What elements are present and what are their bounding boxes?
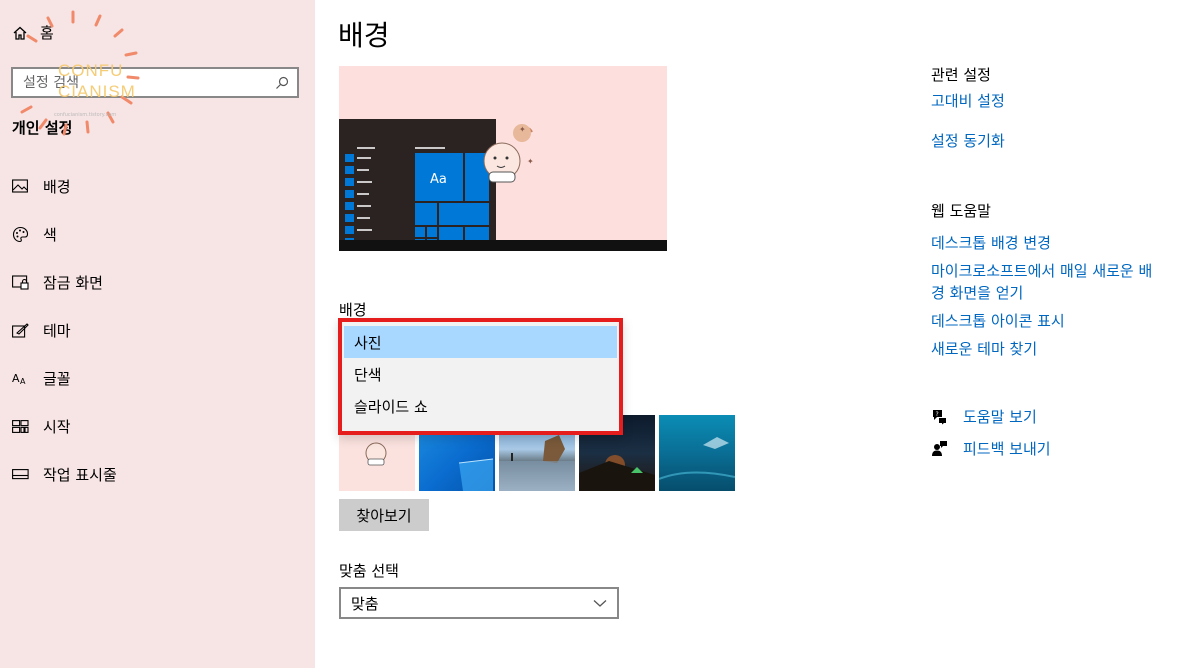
fit-select[interactable]: 맞춤 bbox=[339, 587, 619, 619]
get-help-label: 도움말 보기 bbox=[963, 408, 1037, 426]
palette-icon bbox=[11, 225, 29, 243]
search-input[interactable] bbox=[23, 74, 275, 91]
sidebar-item-fonts[interactable]: AA 글꼴 bbox=[0, 354, 315, 402]
sidebar-item-label: 시작 bbox=[43, 417, 71, 436]
preview-illustration: Aa ✦ ✦ bbox=[339, 66, 667, 251]
web-help: 웹 도움말 데스크톱 배경 변경 마이크로소프트에서 매일 새로운 배경 화면을… bbox=[931, 200, 1171, 360]
svg-text:✦: ✦ bbox=[519, 125, 526, 134]
link-sync-settings[interactable]: 설정 동기화 bbox=[931, 130, 1005, 152]
search-icon[interactable] bbox=[275, 76, 289, 90]
feedback-person-icon bbox=[931, 440, 949, 457]
option-picture[interactable]: 사진 bbox=[344, 326, 617, 358]
desktop-preview: Aa ✦ ✦ bbox=[339, 66, 667, 251]
related-settings-title: 관련 설정 bbox=[931, 66, 991, 84]
search-box[interactable] bbox=[11, 67, 299, 98]
theme-icon bbox=[11, 321, 29, 339]
link-show-desktop-icons[interactable]: 데스크톱 아이콘 표시 bbox=[931, 310, 1171, 332]
start-icon bbox=[11, 417, 29, 435]
sidebar-nav: 배경 색 잠금 화면 테마 AA 글꼴 시작 작업 표시줄 bbox=[0, 162, 315, 498]
web-help-title: 웹 도움말 bbox=[931, 202, 991, 220]
sidebar-item-lock-screen[interactable]: 잠금 화면 bbox=[0, 258, 315, 306]
picture-icon bbox=[11, 177, 29, 195]
svg-text:A: A bbox=[12, 372, 20, 385]
chevron-down-icon bbox=[593, 600, 607, 607]
lock-screen-icon bbox=[11, 273, 29, 291]
link-daily-wallpaper[interactable]: 마이크로소프트에서 매일 새로운 배경 화면을 얻기 bbox=[931, 260, 1163, 304]
link-high-contrast[interactable]: 고대비 설정 bbox=[931, 90, 1005, 112]
get-help-link[interactable]: ? 도움말 보기 bbox=[931, 406, 1037, 427]
chat-help-icon: ? bbox=[931, 408, 949, 425]
section-title: 개인 설정 bbox=[12, 119, 73, 137]
recent-image-5[interactable] bbox=[659, 415, 735, 491]
svg-text:?: ? bbox=[936, 411, 939, 418]
sidebar-item-label: 작업 표시줄 bbox=[43, 465, 117, 484]
sidebar-item-label: 글꼴 bbox=[43, 369, 71, 388]
send-feedback-label: 피드백 보내기 bbox=[963, 440, 1051, 458]
sidebar-item-theme[interactable]: 테마 bbox=[0, 306, 315, 354]
sidebar-item-start[interactable]: 시작 bbox=[0, 402, 315, 450]
option-solid-color[interactable]: 단색 bbox=[344, 358, 617, 390]
fit-label: 맞춤 선택 bbox=[339, 562, 399, 580]
link-change-desktop-background[interactable]: 데스크톱 배경 변경 bbox=[931, 232, 1171, 254]
sidebar: 홈 개인 설정 배경 색 잠금 화면 테마 AA 글꼴 시작 bbox=[0, 0, 315, 668]
sidebar-item-color[interactable]: 색 bbox=[0, 210, 315, 258]
related-settings: 관련 설정 고대비 설정 설정 동기화 bbox=[931, 64, 1005, 152]
sidebar-item-label: 테마 bbox=[43, 321, 71, 340]
send-feedback-link[interactable]: 피드백 보내기 bbox=[931, 438, 1051, 459]
background-dropdown-list[interactable]: 사진 단색 슬라이드 쇼 bbox=[338, 318, 623, 435]
page-title: 배경 bbox=[338, 19, 390, 52]
option-slideshow[interactable]: 슬라이드 쇼 bbox=[344, 390, 617, 422]
background-label: 배경 bbox=[339, 301, 367, 319]
home-label: 홈 bbox=[40, 24, 54, 42]
svg-text:A: A bbox=[20, 377, 26, 386]
font-icon: AA bbox=[11, 369, 29, 387]
sidebar-item-label: 배경 bbox=[43, 177, 71, 196]
preview-tile-label: Aa bbox=[430, 172, 447, 187]
browse-button[interactable]: 찾아보기 bbox=[339, 499, 429, 531]
sidebar-item-label: 잠금 화면 bbox=[43, 273, 103, 292]
fit-select-value: 맞춤 bbox=[351, 594, 379, 613]
home-icon bbox=[13, 26, 27, 40]
sidebar-item-taskbar[interactable]: 작업 표시줄 bbox=[0, 450, 315, 498]
taskbar-icon bbox=[11, 465, 29, 483]
home-link[interactable]: 홈 bbox=[12, 22, 54, 43]
svg-text:✦: ✦ bbox=[527, 157, 534, 166]
sidebar-item-label: 색 bbox=[43, 225, 57, 244]
link-find-new-themes[interactable]: 새로운 테마 찾기 bbox=[931, 338, 1171, 360]
sidebar-item-background[interactable]: 배경 bbox=[0, 162, 315, 210]
